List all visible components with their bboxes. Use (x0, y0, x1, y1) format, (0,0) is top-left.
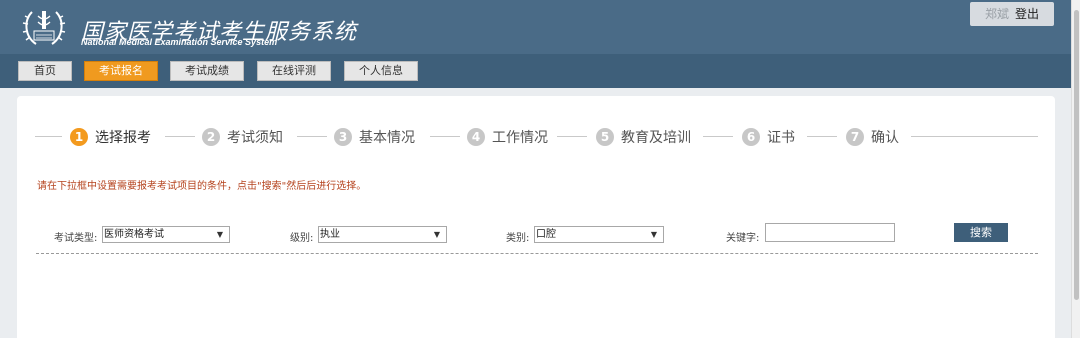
category-value: 口腔 (536, 229, 556, 240)
step-label: 基本情况 (359, 130, 415, 146)
keyword-label: 关键字: (726, 233, 760, 244)
step-number: 2 (202, 128, 220, 146)
step-progress: 1 选择报考 2 考试须知 3 基本情况 4 工作情况 5 教育及培训 6 证书 7 确认 (35, 127, 1038, 147)
vertical-scrollbar[interactable] (1071, 0, 1080, 338)
step-connector (35, 136, 62, 137)
nav-personal-info[interactable]: 个人信息 (344, 61, 418, 81)
divider-dashed (36, 253, 1038, 254)
dropdown-arrow-icon: ▼ (650, 230, 657, 239)
user-name: 郑斌 (984, 7, 1009, 21)
step-connector (430, 136, 460, 137)
logout-link[interactable]: 登出 (1015, 7, 1039, 21)
step-6: 6 证书 (742, 127, 795, 147)
exam-type-value: 医师资格考试 (104, 229, 164, 240)
category-select[interactable]: 口腔 ▼ (534, 226, 664, 243)
level-label: 级别: (290, 233, 314, 244)
step-connector (911, 136, 1038, 137)
search-button[interactable]: 搜索 (954, 223, 1008, 242)
step-label: 确认 (871, 130, 899, 146)
step-number: 4 (467, 128, 485, 146)
step-label: 选择报考 (95, 130, 151, 146)
step-label: 工作情况 (492, 130, 548, 146)
dropdown-arrow-icon: ▼ (216, 230, 223, 239)
step-3: 3 基本情况 (334, 127, 415, 147)
exam-type-label: 考试类型: (54, 233, 98, 244)
scrollbar-thumb[interactable] (1074, 10, 1079, 300)
step-2: 2 考试须知 (202, 127, 283, 147)
level-value: 执业 (320, 229, 340, 240)
main-nav: 首页 考试报名 考试成绩 在线评测 个人信息 (0, 54, 1071, 88)
nav-online-assessment[interactable]: 在线评测 (257, 61, 331, 81)
nav-exam-registration[interactable]: 考试报名 (84, 61, 158, 81)
step-label: 教育及培训 (621, 130, 691, 146)
step-4: 4 工作情况 (467, 127, 548, 147)
nav-home[interactable]: 首页 (18, 61, 72, 81)
step-label: 证书 (767, 130, 795, 146)
exam-type-select[interactable]: 医师资格考试 ▼ (102, 226, 230, 243)
level-select[interactable]: 执业 ▼ (318, 226, 447, 243)
step-number: 7 (846, 128, 864, 146)
step-connector (557, 136, 587, 137)
step-5: 5 教育及培训 (596, 127, 691, 147)
category-label: 类别: (506, 233, 530, 244)
step-label: 考试须知 (227, 130, 283, 146)
step-connector (165, 136, 195, 137)
step-number: 3 (334, 128, 352, 146)
keyword-input[interactable] (765, 223, 895, 242)
step-connector (807, 136, 837, 137)
dropdown-arrow-icon: ▼ (433, 230, 440, 239)
step-connector (703, 136, 733, 137)
system-subtitle: National Medical Examination Service Sys… (81, 37, 278, 47)
nav-exam-scores[interactable]: 考试成绩 (170, 61, 244, 81)
step-connector (297, 136, 327, 137)
step-7: 7 确认 (846, 127, 899, 147)
step-number: 5 (596, 128, 614, 146)
step-number: 6 (742, 128, 760, 146)
medical-emblem-icon (22, 11, 66, 45)
step-number: 1 (70, 128, 88, 146)
step-1: 1 选择报考 (70, 127, 151, 147)
instruction-text: 请在下拉框中设置需要报考考试项目的条件，点击"搜索"然后后进行选择。 (37, 181, 367, 192)
user-box: 郑斌 登出 (970, 2, 1054, 26)
